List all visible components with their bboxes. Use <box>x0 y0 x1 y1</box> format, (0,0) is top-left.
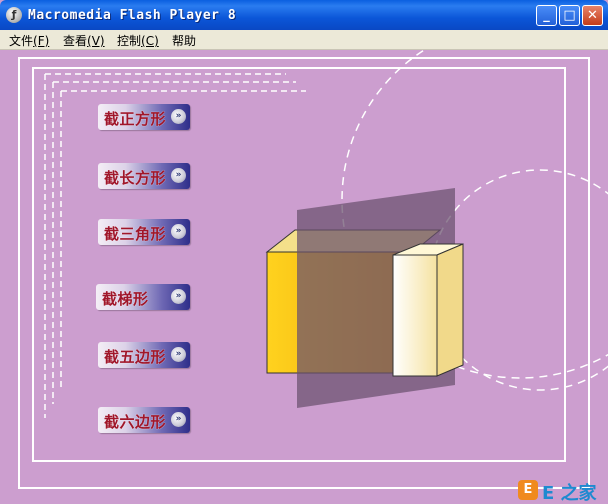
menu-help[interactable]: 帮助 <box>172 32 196 49</box>
watermark-text: E 之家 <box>542 483 597 504</box>
title-bar: ƒ Macromedia Flash Player 8 _ □ ✕ <box>0 0 608 30</box>
maximize-button[interactable]: □ <box>559 5 580 26</box>
menu-view[interactable]: 查看(V) <box>63 32 105 49</box>
arrow-right-icon: » <box>171 347 186 362</box>
arrow-right-icon: » <box>171 109 186 124</box>
cut-rectangle-label: 截长方形 <box>104 169 167 187</box>
stage-artwork <box>18 50 608 489</box>
menu-control-label: 控制 <box>117 34 142 48</box>
close-button[interactable]: ✕ <box>582 5 603 26</box>
menu-control-key: (C) <box>141 34 159 48</box>
menu-file[interactable]: 文件(F) <box>9 32 49 49</box>
site-watermark: E E 之家 <box>516 478 606 504</box>
cut-square-label: 截正方形 <box>104 110 167 128</box>
menu-help-label: 帮助 <box>172 34 197 48</box>
minimize-button[interactable]: _ <box>536 5 557 26</box>
cut-rectangle-button[interactable]: 截长方形 » <box>98 163 190 189</box>
cut-hexagon-button[interactable]: 截六边形 » <box>98 407 190 433</box>
cut-trapezoid-label: 截梯形 <box>102 290 149 308</box>
flash-stage: 截正方形 » 截长方形 » 截三角形 » 截梯形 » 截五边形 » 截六边形 » <box>0 50 608 504</box>
arrow-right-icon: » <box>171 224 186 239</box>
cut-square-button[interactable]: 截正方形 » <box>98 104 190 130</box>
cut-triangle-button[interactable]: 截三角形 » <box>98 219 190 245</box>
menu-file-label: 文件 <box>9 34 34 48</box>
arrow-right-icon: » <box>171 412 186 427</box>
menu-view-label: 查看 <box>63 34 88 48</box>
menu-view-key: (V) <box>87 34 105 48</box>
cut-trapezoid-button[interactable]: 截梯形 » <box>96 284 190 310</box>
cut-pentagon-label: 截五边形 <box>104 348 167 366</box>
cube-illustration <box>265 188 464 408</box>
menu-control[interactable]: 控制(C) <box>117 32 159 49</box>
watermark-logo-icon: E <box>518 480 538 500</box>
window-title: Macromedia Flash Player 8 <box>28 8 237 23</box>
cut-pentagon-button[interactable]: 截五边形 » <box>98 342 190 368</box>
cut-hexagon-label: 截六边形 <box>104 413 167 431</box>
arrow-right-icon: » <box>171 289 186 304</box>
arrow-right-icon: » <box>171 168 186 183</box>
menu-bar: 文件(F) 查看(V) 控制(C) 帮助 <box>0 30 608 50</box>
cut-triangle-label: 截三角形 <box>104 225 167 243</box>
menu-file-key: (F) <box>33 34 50 48</box>
flash-icon: ƒ <box>6 7 22 23</box>
